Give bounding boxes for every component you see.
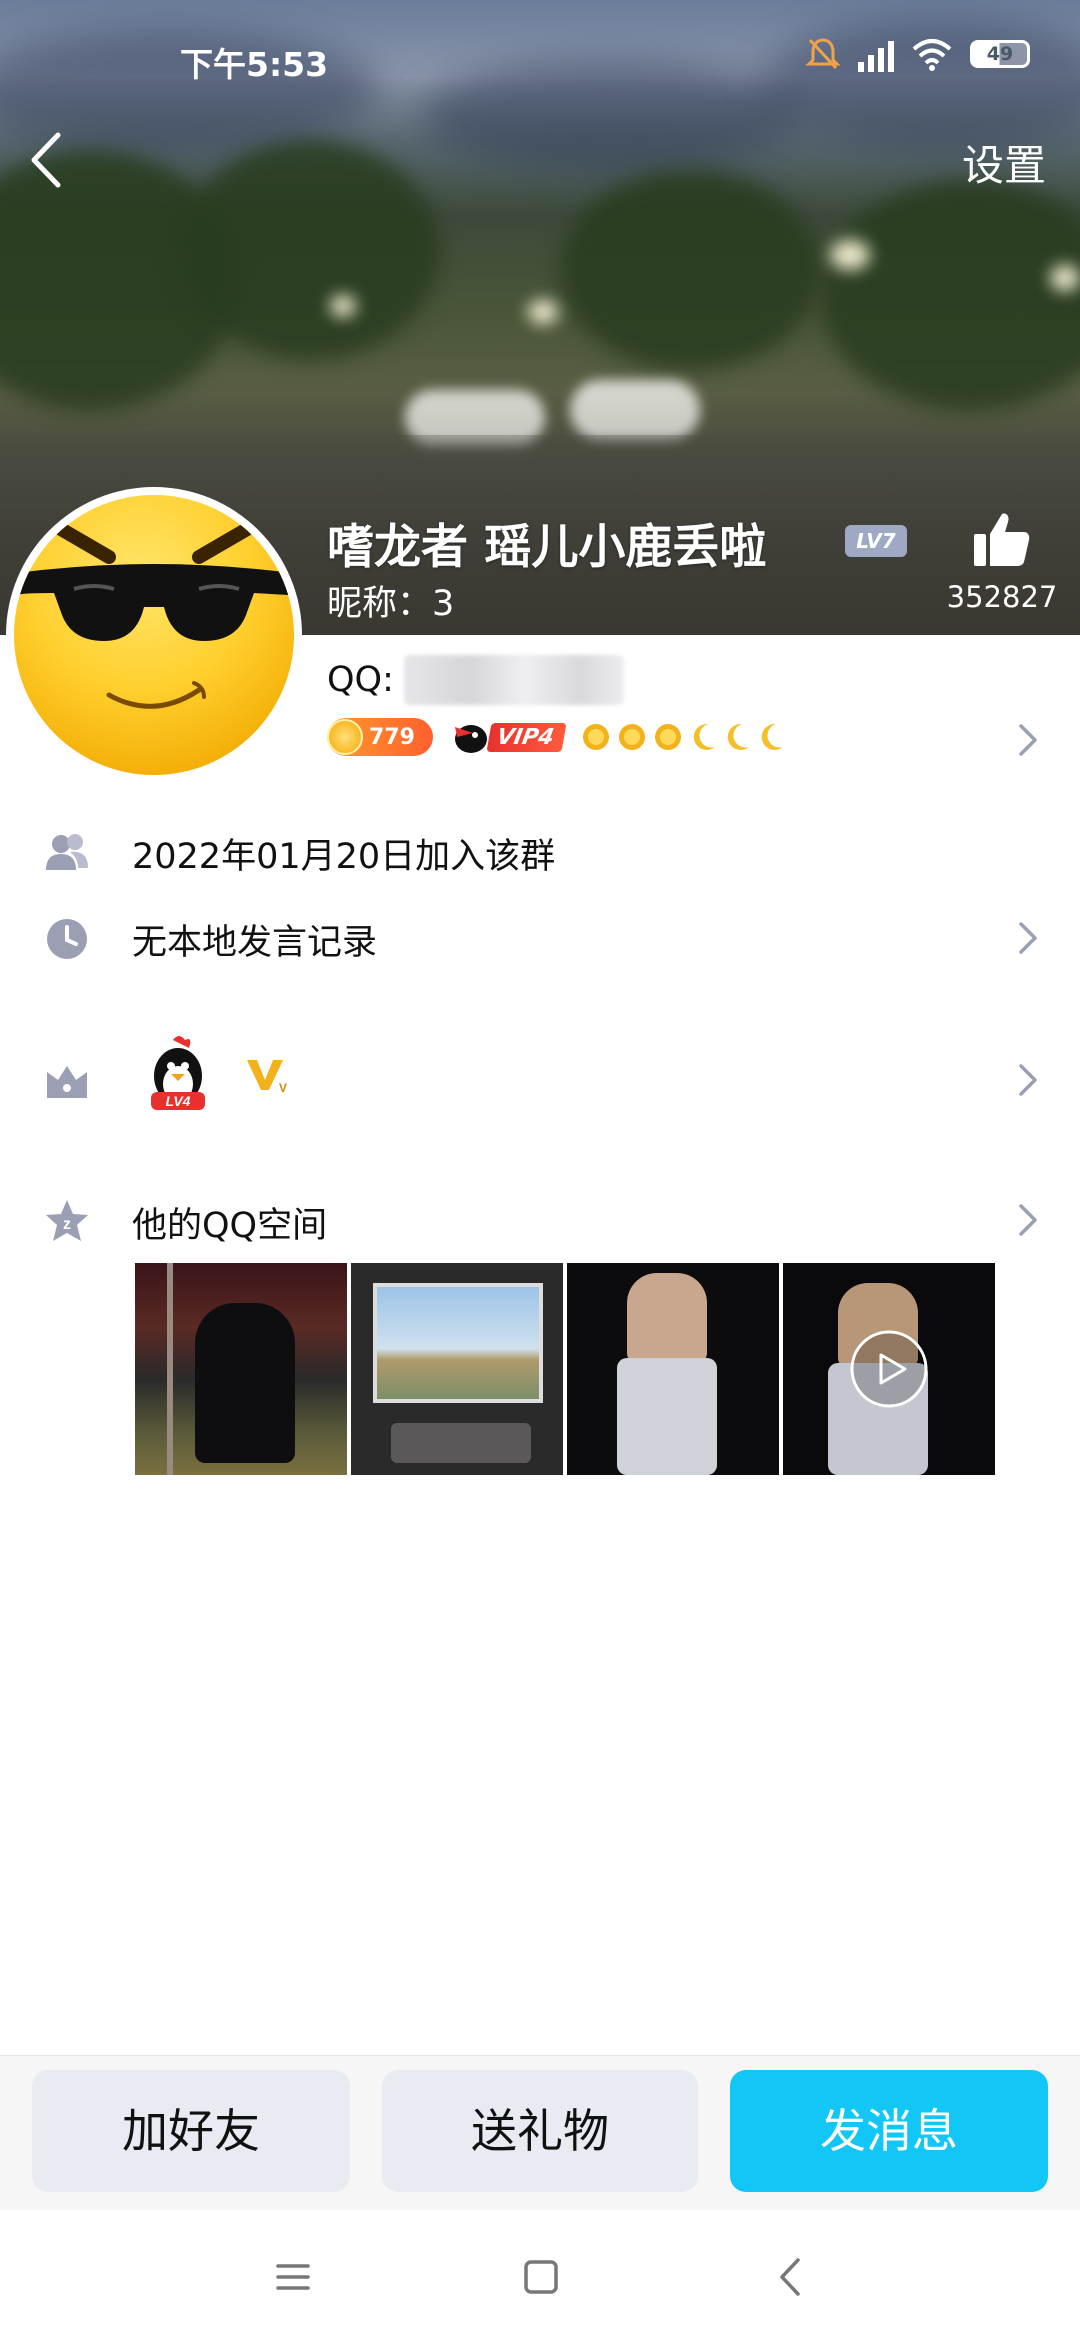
home-icon[interactable] <box>516 2252 566 2302</box>
wifi-icon <box>912 39 952 71</box>
battery-indicator: 49 <box>970 40 1030 68</box>
system-navigation-bar <box>0 2210 1080 2340</box>
moon-icon <box>693 723 715 750</box>
coin-value: 779 <box>369 724 415 750</box>
qzone-photo[interactable] <box>135 1263 347 1475</box>
chevron-right-icon[interactable] <box>1017 1202 1039 1238</box>
add-friend-button[interactable]: 加好友 <box>32 2070 350 2192</box>
qzone-photo[interactable] <box>567 1263 779 1475</box>
coin-icon <box>327 719 363 755</box>
sun-icon <box>654 724 681 750</box>
qzone-video[interactable] <box>783 1263 995 1475</box>
settings-link[interactable]: 设置 <box>962 132 1046 193</box>
back-nav-icon[interactable] <box>766 2252 816 2302</box>
speak-record-text: 无本地发言记录 <box>132 923 378 963</box>
qzone-photo-strip <box>135 1263 995 1475</box>
sunglasses-emoji-icon <box>16 518 292 709</box>
crown-icon <box>47 1066 87 1098</box>
qzone-star-icon: z <box>46 1200 88 1241</box>
qzone-title: 他的QQ空间 <box>132 1206 328 1246</box>
mute-bell-icon <box>806 38 840 70</box>
group-members-icon <box>46 834 88 870</box>
vip-v-icon[interactable]: V1 <box>243 1052 287 1096</box>
sun-icon <box>618 724 645 750</box>
group-nickname: 昵称：3 <box>327 584 455 624</box>
thumbs-up-icon <box>974 513 1030 566</box>
vip-v-level-text: V1 <box>279 1081 287 1095</box>
profile-page: 下午5:53 49 设置 嗜龙者 瑶儿小鹿丢啦 LV7 昵称：3 352827 … <box>0 0 1080 2340</box>
moon-icon <box>761 723 783 750</box>
vip-badge[interactable]: VIP4 <box>449 718 567 756</box>
signal-icon <box>858 36 894 72</box>
level-badge[interactable]: LV7 <box>845 525 907 557</box>
profile-display-name: 嗜龙者 瑶儿小鹿丢啦 <box>327 520 767 575</box>
clock-icon <box>47 919 87 959</box>
level-icons <box>580 721 786 753</box>
coin-badge[interactable]: 779 <box>327 718 433 756</box>
qzone-photo[interactable] <box>351 1263 563 1475</box>
like-count: 352827 <box>946 580 1058 614</box>
qq-level-penguin-icon[interactable]: LV4 <box>143 1034 213 1114</box>
badge-row[interactable]: 779 VIP4 <box>327 718 786 756</box>
chevron-right-icon[interactable] <box>1017 1062 1039 1098</box>
like-button[interactable]: 352827 <box>942 510 1062 614</box>
status-bar: 下午5:53 49 <box>0 0 1080 120</box>
back-arrow-icon[interactable] <box>22 125 72 195</box>
send-message-button[interactable]: 发消息 <box>730 2070 1048 2192</box>
sun-icon <box>582 724 609 750</box>
vip-label: VIP4 <box>486 722 567 752</box>
join-date-text: 2022年01月20日加入该群 <box>132 837 556 877</box>
chevron-right-icon[interactable] <box>1017 920 1039 956</box>
vip-penguin-icon <box>455 725 487 753</box>
send-gift-button[interactable]: 送礼物 <box>382 2070 698 2192</box>
qq-number-blurred <box>403 655 624 705</box>
qq-label: QQ: <box>327 660 394 700</box>
avatar[interactable] <box>6 487 302 783</box>
svg-text:z: z <box>63 1216 71 1233</box>
status-time: 下午5:53 <box>180 45 329 84</box>
chevron-right-icon[interactable] <box>1017 722 1039 758</box>
menu-icon[interactable] <box>268 2252 318 2302</box>
privilege-level-text: LV4 <box>166 1093 191 1109</box>
qq-number-row: QQ: <box>327 655 624 705</box>
play-icon[interactable] <box>849 1329 929 1409</box>
moon-icon <box>727 723 749 750</box>
action-bar: 加好友 送礼物 发消息 <box>0 2055 1080 2210</box>
